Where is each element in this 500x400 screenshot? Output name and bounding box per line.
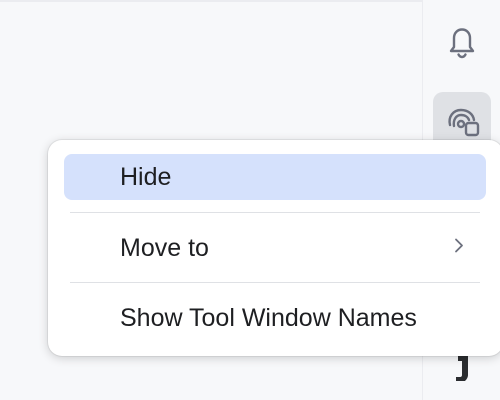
ai-assistant-icon — [448, 108, 480, 137]
top-divider — [0, 0, 422, 2]
menu-separator — [70, 282, 480, 283]
notifications-button[interactable] — [433, 12, 491, 70]
bell-icon — [449, 24, 475, 59]
menu-item-hide[interactable]: Hide — [64, 154, 486, 200]
chevron-right-icon — [452, 234, 466, 263]
menu-item-label: Show Tool Window Names — [120, 303, 417, 332]
tool-window-context-menu: Hide Move to Show Tool Window Names — [48, 140, 500, 356]
menu-separator — [70, 212, 480, 213]
menu-item-label: Hide — [120, 162, 172, 191]
menu-item-show-tool-window-names[interactable]: Show Tool Window Names — [64, 295, 486, 341]
menu-item-label: Move to — [120, 233, 209, 262]
menu-item-move-to[interactable]: Move to — [64, 225, 486, 271]
